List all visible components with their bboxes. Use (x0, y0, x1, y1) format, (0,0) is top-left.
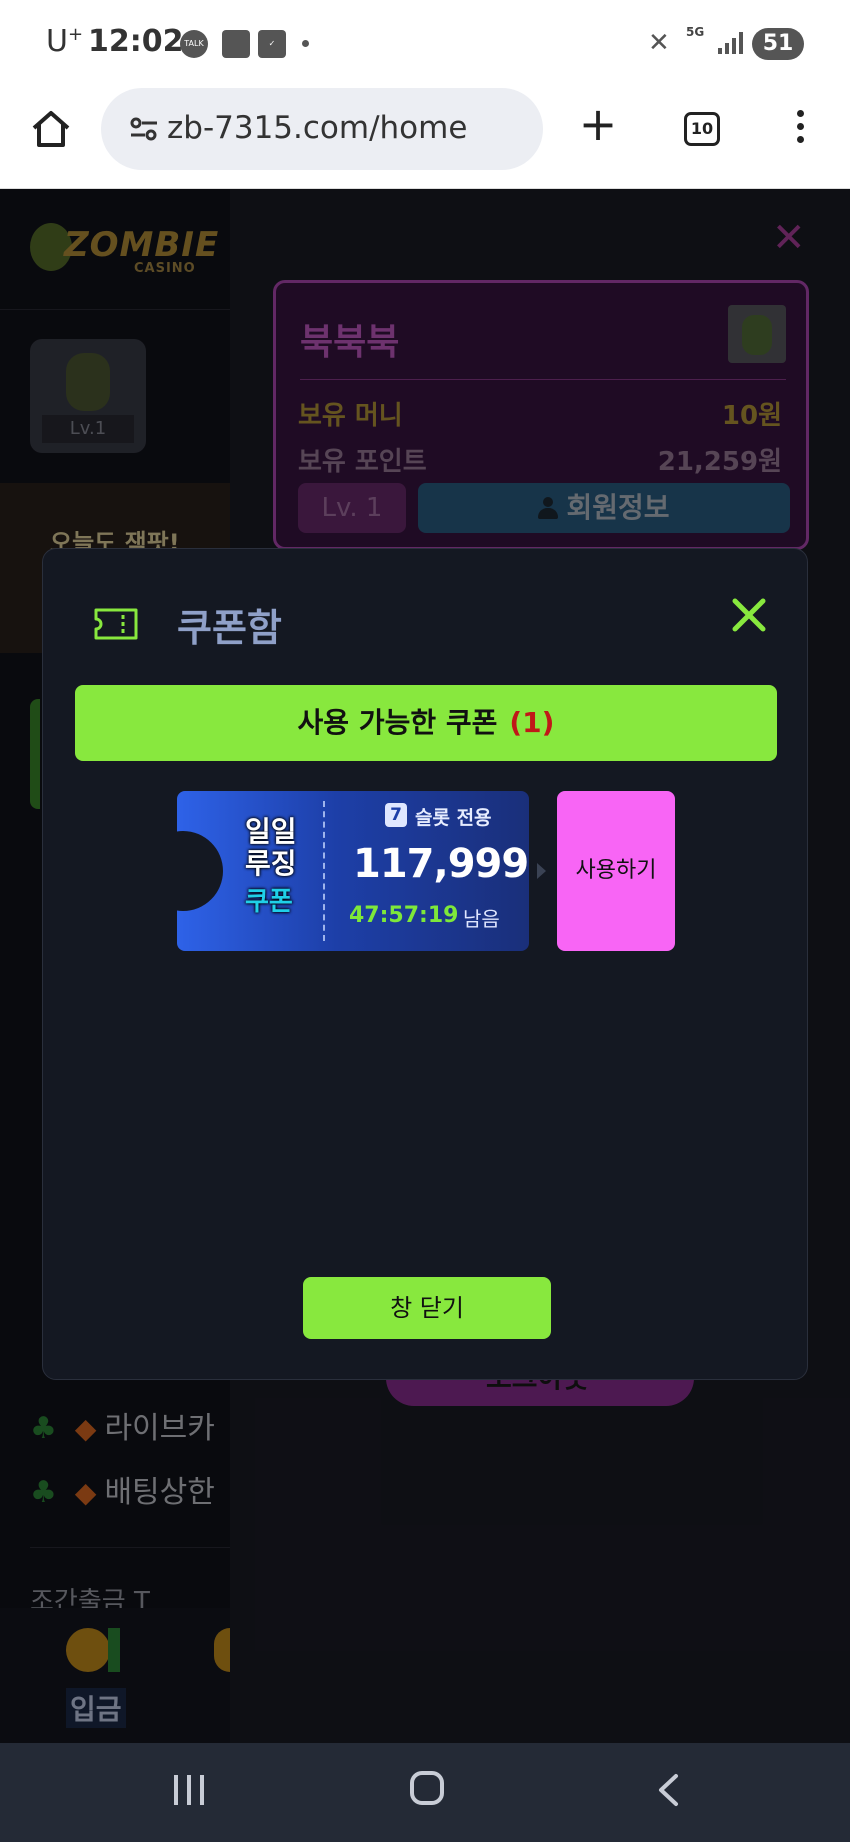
coupon-amount: 117,999p (353, 841, 529, 887)
more-menu-icon[interactable] (796, 110, 806, 150)
coupon-card: 일일 루징 쿠폰 7 슬롯 전용 117,999p 47:57:19 남음 (177, 791, 529, 951)
ticket-icon (94, 608, 138, 640)
screenshot-icon (222, 30, 250, 58)
available-coupons-tab[interactable]: 사용 가능한 쿠폰 (1) (75, 685, 777, 761)
tab-switcher-button[interactable]: 10 (684, 112, 720, 146)
coupon-remaining-label: 남음 (463, 907, 500, 931)
coupon-category: 슬롯 전용 (415, 807, 492, 829)
caret-right-icon (537, 863, 546, 879)
5g-icon: 5G (686, 25, 705, 39)
coupon-timer: 47:57:19 (349, 903, 459, 928)
coupon-title-line1: 일일 (245, 815, 297, 848)
mute-icon: ✕ (648, 28, 670, 58)
recent-apps-icon[interactable] (174, 1775, 208, 1805)
notification-dot-icon (302, 40, 309, 47)
home-circle-icon[interactable] (410, 1771, 444, 1805)
coupon-modal: 쿠폰함 사용 가능한 쿠폰 (1) 일일 루징 쿠폰 7 슬롯 전용 117,99… (42, 548, 808, 1380)
clock: 12:02 (88, 24, 184, 59)
back-icon[interactable] (656, 1773, 680, 1807)
slot-badge-icon: 7 (385, 803, 407, 827)
browser-toolbar: zb-7315.com/home + 10 (0, 86, 850, 189)
available-count: (1) (509, 706, 555, 739)
carrier-label: U+ (46, 24, 84, 59)
new-tab-icon[interactable]: + (578, 101, 618, 147)
url-text: zb-7315.com/home (167, 110, 468, 146)
address-bar[interactable]: zb-7315.com/home (101, 88, 543, 170)
talk-icon: TALK (180, 30, 208, 58)
close-window-button[interactable]: 창 닫기 (303, 1277, 551, 1339)
modal-title: 쿠폰함 (177, 606, 282, 650)
close-icon[interactable] (727, 593, 771, 637)
signal-icon (718, 32, 744, 54)
checkbox-icon: ✓ (258, 30, 286, 58)
status-bar: U+ 12:02 TALK ✓ ✕ 5G 51 (0, 0, 850, 86)
battery-icon: 51 (752, 28, 804, 60)
site-settings-icon[interactable] (129, 116, 159, 142)
coupon-title-line3: 쿠폰 (245, 887, 293, 917)
system-nav-bar (0, 1743, 850, 1842)
home-icon[interactable] (30, 108, 72, 150)
use-coupon-button[interactable]: 사용하기 (557, 791, 675, 951)
coupon-title-line2: 루징 (245, 847, 297, 880)
coupon-body: 일일 루징 쿠폰 7 슬롯 전용 117,999p 47:57:19 남음 (177, 791, 529, 951)
